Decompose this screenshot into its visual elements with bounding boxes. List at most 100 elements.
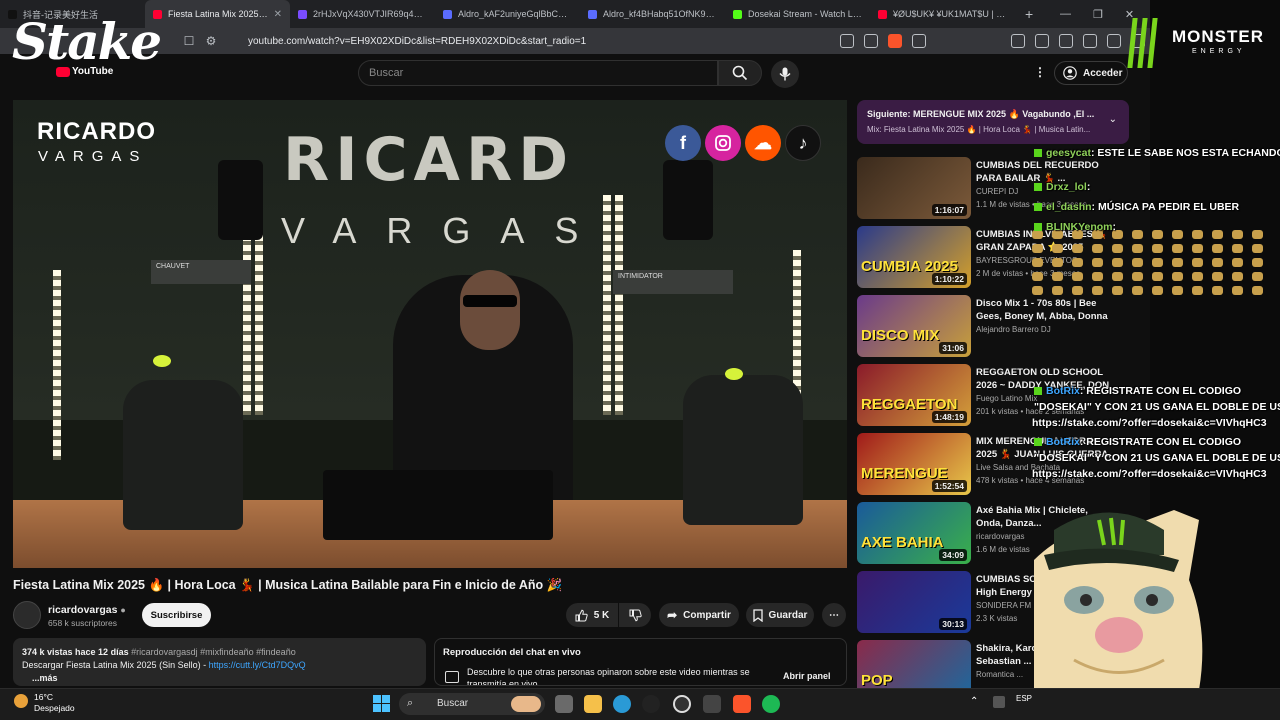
app-icon[interactable]: [642, 695, 660, 713]
windows-start-icon[interactable]: [373, 695, 390, 712]
more-actions-button[interactable]: ⋯: [822, 603, 846, 627]
extension-icon[interactable]: [1011, 34, 1025, 48]
maximize-icon[interactable]: ❐: [1093, 8, 1103, 21]
search-input[interactable]: Buscar: [358, 60, 718, 86]
description-box[interactable]: 374 k vistas hace 12 días #ricardovargas…: [13, 638, 426, 686]
kick-badge-icon: [1034, 223, 1042, 231]
spotify-icon[interactable]: [762, 695, 780, 713]
verified-icon: ●: [120, 605, 126, 615]
app-icon[interactable]: [703, 695, 721, 713]
kick-badge-icon: [1034, 438, 1042, 446]
weather-widget[interactable]: 16°C Despejado: [34, 692, 75, 714]
youtube-logo[interactable]: YouTube: [56, 66, 113, 77]
chat-username: geesycat: [1046, 147, 1091, 159]
thumbnail-text: CUMBIA 2025: [861, 258, 958, 275]
video-thumbnail[interactable]: 1:16:07: [857, 157, 971, 219]
obs-icon[interactable]: [673, 695, 691, 713]
signin-button[interactable]: Acceder: [1054, 61, 1128, 85]
browser-tab[interactable]: ¥ØU$UK¥ ¥UK1MAT$U | Boil: [870, 0, 1015, 28]
subscribe-button[interactable]: Suscribirse: [142, 603, 211, 627]
save-button[interactable]: Guardar: [746, 603, 814, 627]
like-count: 5 K: [593, 609, 610, 621]
tray-chevron-up-icon[interactable]: ⌃: [970, 696, 978, 707]
up-next-card[interactable]: Siguiente: MERENGUE MIX 2025 🔥 Vagabundo…: [857, 100, 1129, 144]
chat-replay-title: Reproducción del chat en vivo: [443, 647, 581, 658]
browser-tab[interactable]: Dosekai Stream - Watch Live o: [725, 0, 870, 28]
emote-icon: [1212, 258, 1223, 267]
bookmark-save-icon: [752, 608, 763, 622]
share-button[interactable]: ➦ Compartir: [659, 603, 739, 627]
video-thumbnail[interactable]: DISCO MIX 31:06: [857, 295, 971, 357]
download-link[interactable]: https://cutt.ly/Ctd7DQvQ: [209, 660, 306, 670]
emote-icon: [1132, 258, 1143, 267]
emote-icon: [1172, 258, 1183, 267]
chat-username: el_dashn: [1046, 201, 1092, 213]
browser-tab[interactable]: Aldro_kf4BHabq51OfNK987fs: [580, 0, 725, 28]
video-thumbnail[interactable]: REGGAETON 1:48:19: [857, 364, 971, 426]
wall-logo-text: RICARD: [283, 125, 574, 195]
emote-icon: [1032, 286, 1043, 295]
browser-tab[interactable]: 2rHJxVqX430VTJIR69q4_rgg95: [290, 0, 435, 28]
emote-icon: [1072, 286, 1083, 295]
duration-badge: 1:48:19: [931, 411, 967, 423]
vpn-icon[interactable]: [1107, 34, 1121, 48]
rewards-icon[interactable]: [912, 34, 926, 48]
studio-monitor: [663, 160, 713, 240]
video-thumbnail[interactable]: MERENGUE 1:52:54: [857, 433, 971, 495]
weather-sun-icon[interactable]: [14, 694, 28, 708]
brave-shield-icon[interactable]: [888, 34, 902, 48]
duration-badge: 30:13: [939, 618, 967, 630]
close-tab-icon[interactable]: ✕: [274, 9, 282, 20]
language-indicator[interactable]: ESP: [1016, 694, 1032, 703]
video-thumbnail[interactable]: 30:13: [857, 571, 971, 633]
minimize-icon[interactable]: —: [1060, 8, 1071, 20]
chat-message: geesycat: ESTE LE SABE NOS ESTA ECHANDO: [1034, 147, 1280, 159]
hashtags[interactable]: #ricardovargasdj #mixfindeaño #findeaño: [131, 647, 296, 657]
chat-message: Drxz_lol:: [1034, 181, 1090, 193]
reader-icon[interactable]: [1059, 34, 1073, 48]
brave-browser-icon[interactable]: [733, 695, 751, 713]
wall-logo-subtext: VARGAS: [281, 210, 609, 251]
emote-icon: [1152, 230, 1163, 239]
dislike-button[interactable]: [619, 603, 651, 627]
kick-badge-icon: [1034, 149, 1042, 157]
open-panel-button[interactable]: Abrir panel: [783, 671, 831, 681]
settings-menu-icon[interactable]: ⋮: [1034, 65, 1046, 79]
tiktok-icon: ♪: [785, 125, 821, 161]
emote-icon: [1232, 258, 1243, 267]
video-thumbnail[interactable]: AXE BAHIA 34:09: [857, 502, 971, 564]
cast-icon[interactable]: [840, 34, 854, 48]
task-view-icon[interactable]: [555, 695, 573, 713]
like-button[interactable]: 5 K: [566, 603, 618, 627]
wallet-icon[interactable]: [1083, 34, 1097, 48]
search-highlight-icon: [511, 696, 541, 712]
chevron-down-icon[interactable]: ⌄: [1109, 114, 1117, 125]
search-button[interactable]: [718, 60, 762, 86]
channel-avatar[interactable]: [13, 601, 41, 629]
video-thumbnail[interactable]: CUMBIA 2025 1:10:22: [857, 226, 971, 288]
url-field[interactable]: youtube.com/watch?v=EH9X02XDiDc&list=RDE…: [248, 36, 835, 47]
browser-tab[interactable]: Aldro_kAF2uniyeGqlBbChQCIll: [435, 0, 580, 28]
show-more-link[interactable]: ...más: [32, 672, 417, 685]
video-brand-subtitle: VARGAS: [38, 148, 148, 165]
voice-search-button[interactable]: [771, 60, 799, 88]
chat-username: BotRix: [1046, 436, 1080, 448]
taskbar-search-icon: ⌕: [407, 697, 414, 709]
share-icon[interactable]: [864, 34, 878, 48]
emote-icon: [1072, 244, 1083, 253]
edge-browser-icon[interactable]: [613, 695, 631, 713]
emote-icon: [1092, 244, 1103, 253]
browser-tab-active[interactable]: Fiesta Latina Mix 2025 🔥 ✕: [145, 0, 290, 28]
emote-icon: [1112, 244, 1123, 253]
bookmark-icon[interactable]: ☐: [178, 34, 200, 48]
channel-name[interactable]: ricardovargas ●: [48, 604, 126, 616]
cat-mascot-avatar: [1034, 510, 1203, 690]
video-player[interactable]: RICARD VARGAS CHAUVET INTIMIDATOR RICARD…: [13, 100, 847, 568]
music-icon[interactable]: [1035, 34, 1049, 48]
file-explorer-icon[interactable]: [584, 695, 602, 713]
new-tab-button[interactable]: +: [1015, 6, 1043, 22]
site-info-icon[interactable]: ⚙: [200, 34, 222, 48]
tray-app-icon[interactable]: [993, 696, 1005, 708]
emote-icon: [1252, 272, 1263, 281]
video-thumbnail[interactable]: POP: [857, 640, 971, 688]
